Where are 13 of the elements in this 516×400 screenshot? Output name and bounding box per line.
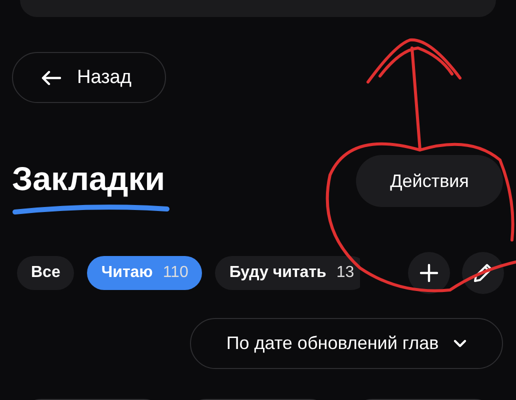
chevron-down-icon [452,339,467,348]
actions-button[interactable]: Действия [356,155,503,207]
sort-dropdown[interactable]: По дате обновлений глав [190,318,503,369]
edit-button[interactable] [462,252,504,294]
back-arrow-icon [41,70,61,86]
filter-chip[interactable]: Буду читать 13 [215,256,360,290]
back-button[interactable]: Назад [12,52,166,103]
plus-icon [420,264,438,282]
filter-chip[interactable]: Все [17,256,74,290]
add-button[interactable] [408,252,450,294]
pencil-icon [472,262,494,284]
page-title: Закладки [12,159,166,199]
filter-chip[interactable]: Читаю 110 [87,256,202,290]
